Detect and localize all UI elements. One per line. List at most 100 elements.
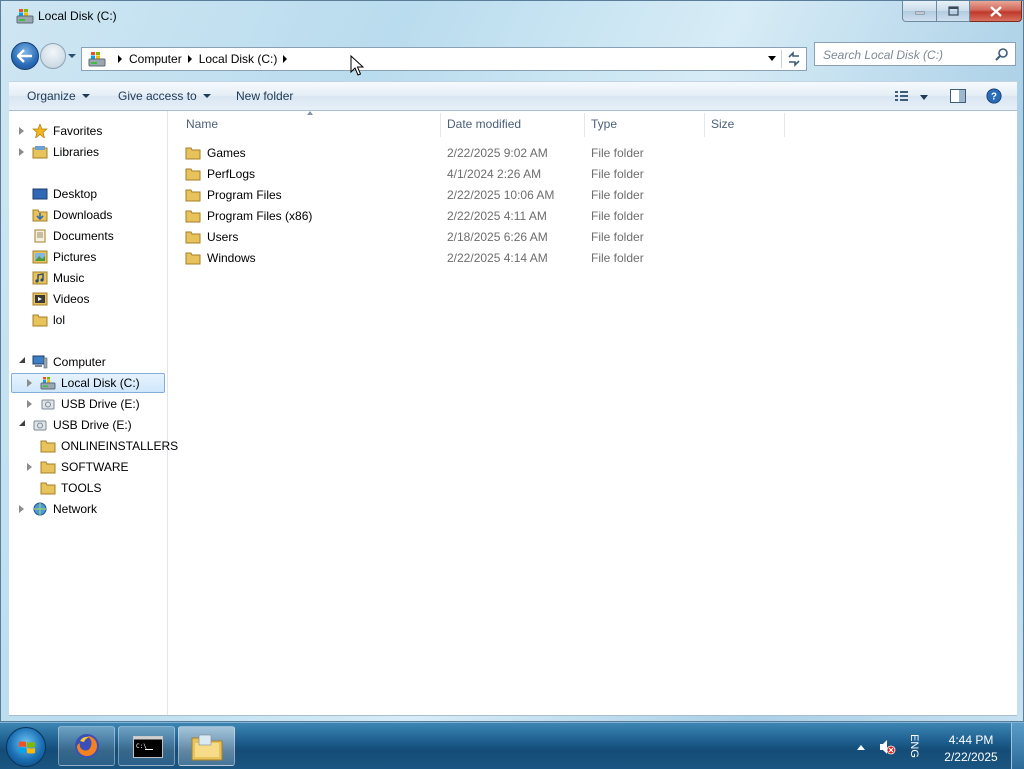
help-icon[interactable]: ? [985,88,1003,104]
change-view-icon[interactable] [893,88,911,104]
give-access-button[interactable]: Give access to [118,89,211,103]
nav-local-disk-label: Local Disk (C:) [61,376,140,390]
taskbar-windows-explorer[interactable] [178,726,235,766]
collapse-arrow-icon[interactable] [19,420,25,426]
folder-icon [185,189,201,202]
taskbar: C:\_ ENG 4:44 PM 2/22/2025 [0,722,1024,769]
search-box[interactable]: Search Local Disk (C:) [814,42,1016,66]
address-divider [781,50,782,68]
expand-arrow-icon[interactable] [27,463,32,471]
start-button[interactable] [6,727,46,767]
organize-label: Organize [27,89,76,103]
file-row[interactable]: Program Files (x86) 2/22/2025 4:11 AM Fi… [168,206,788,226]
nav-computer[interactable]: Computer [18,352,106,372]
nav-pictures[interactable]: Pictures [32,247,96,267]
firefox-icon [75,734,99,758]
column-divider[interactable] [704,113,705,137]
file-row[interactable]: Windows 2/22/2025 4:14 AM File folder [168,248,788,268]
file-row[interactable]: PerfLogs 4/1/2024 2:26 AM File folder [168,164,788,184]
column-header-date-modified[interactable]: Date modified [447,117,521,131]
expand-arrow-icon[interactable] [19,148,24,156]
breadcrumb-local-disk[interactable]: Local Disk (C:) [199,52,278,66]
local-disk-icon [40,377,56,390]
nav-tools[interactable]: TOOLS [40,478,101,498]
volume-muted-icon[interactable] [878,738,896,756]
close-icon [989,5,1002,17]
folder-icon [40,440,56,453]
nav-onlineinstallers-label: ONLINEINSTALLERS [61,439,179,453]
folder-icon [40,461,56,474]
file-name: Games [207,146,246,160]
minimize-icon [914,11,925,15]
breadcrumb-separator-icon[interactable] [283,55,288,63]
nav-usb-drive[interactable]: USB Drive (E:) [18,415,132,435]
expand-arrow-icon[interactable] [19,505,24,513]
organize-button[interactable]: Organize [27,89,90,103]
libraries-icon [32,146,48,159]
downloads-folder-icon [32,209,48,222]
nav-music[interactable]: Music [32,268,84,288]
column-header-type[interactable]: Type [591,117,617,131]
nav-lol[interactable]: lol [32,310,65,330]
network-icon [33,502,47,516]
nav-onlineinstallers[interactable]: ONLINEINSTALLERS [40,436,178,456]
nav-documents[interactable]: Documents [32,226,114,246]
windows-explorer-icon [191,734,223,761]
language-indicator[interactable]: ENG [908,734,920,758]
file-name: PerfLogs [207,167,256,181]
show-hidden-icons-icon[interactable] [856,743,866,751]
restore-icon [947,6,959,16]
expand-arrow-icon[interactable] [19,127,24,135]
chevron-down-icon [81,94,90,98]
column-divider[interactable] [440,113,441,137]
taskbar-firefox[interactable] [58,726,115,766]
close-button[interactable] [970,1,1022,22]
show-desktop-button[interactable] [1011,723,1024,769]
minimize-button[interactable] [902,1,937,22]
maximize-button[interactable] [937,1,970,22]
taskbar-command-prompt[interactable]: C:\_ [118,726,175,766]
file-row[interactable]: Games 2/22/2025 9:02 AM File folder [168,143,788,163]
nav-local-disk[interactable]: Local Disk (C:) [11,373,165,393]
nav-usb-drive-label: USB Drive (E:) [53,418,132,432]
expand-arrow-icon[interactable] [27,400,32,408]
nav-videos-label: Videos [53,292,90,306]
title-bar[interactable]: Local Disk (C:) [1,1,1023,33]
column-divider[interactable] [584,113,585,137]
nav-libraries[interactable]: Libraries [18,142,99,162]
file-row[interactable]: Users 2/18/2025 6:26 AM File folder [168,227,788,247]
collapse-arrow-icon[interactable] [19,357,25,363]
nav-videos[interactable]: Videos [32,289,89,309]
column-header-name[interactable]: Name [186,117,218,131]
nav-usb-drive-child-label: USB Drive (E:) [61,397,140,411]
nav-usb-drive-child[interactable]: USB Drive (E:) [27,394,140,414]
nav-favorites[interactable]: Favorites [18,121,102,141]
breadcrumb-separator-icon[interactable] [118,55,122,63]
system-tray: ENG 4:44 PM 2/22/2025 [850,723,1024,769]
nav-downloads[interactable]: Downloads [32,205,112,225]
recent-pages-dropdown-icon[interactable] [67,51,77,61]
nav-desktop[interactable]: Desktop [32,184,97,204]
column-header-size[interactable]: Size [711,117,734,131]
new-folder-button[interactable]: New folder [236,89,293,103]
nav-software[interactable]: SOFTWARE [27,457,129,477]
clock-time[interactable]: 4:44 PM [936,733,1006,747]
nav-network[interactable]: Network [18,499,97,519]
forward-button[interactable] [40,43,66,69]
nav-computer-label: Computer [53,355,106,369]
file-row[interactable]: Program Files 2/22/2025 10:06 AM File fo… [168,185,788,205]
clock-date[interactable]: 2/22/2025 [936,750,1006,764]
column-divider[interactable] [784,113,785,137]
breadcrumb-separator-icon[interactable] [187,55,192,63]
address-bar[interactable]: Computer Local Disk (C:) [81,47,807,71]
expand-arrow-icon[interactable] [27,379,32,387]
refresh-icon[interactable] [786,51,802,67]
back-button[interactable] [11,42,39,70]
search-placeholder: Search Local Disk (C:) [823,48,944,62]
breadcrumb-computer[interactable]: Computer [129,52,182,66]
preview-pane-icon[interactable] [949,88,967,104]
view-options-chevron-icon[interactable] [920,95,928,100]
address-history-dropdown-icon[interactable] [768,56,776,61]
folder-icon [185,252,201,265]
search-icon[interactable] [995,47,1009,61]
